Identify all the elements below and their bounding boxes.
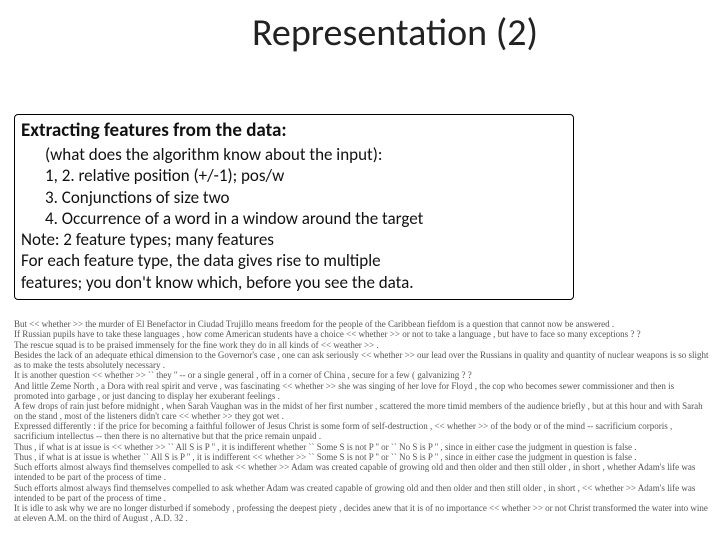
box-line-3: 4. Occurrence of a word in a window arou… xyxy=(21,208,567,229)
corpus-row: If Russian pupils have to take these lan… xyxy=(14,330,710,340)
box-note-2b: features; you don't know which, before y… xyxy=(21,272,567,293)
slide-title: Representation (2) xyxy=(180,10,610,56)
box-note-2a: For each feature type, the data gives ri… xyxy=(21,250,567,271)
corpus-row: Such efforts almost always find themselv… xyxy=(14,484,710,504)
box-heading: Extracting features from the data: xyxy=(21,119,567,142)
corpus-row: Expressed differently : if the price for… xyxy=(14,422,710,442)
box-line-0: (what does the algorithm know about the … xyxy=(21,144,567,165)
corpus-block: But << whether >> the murder of El Benef… xyxy=(14,320,710,524)
feature-box: Extracting features from the data: (what… xyxy=(14,114,574,300)
corpus-row: Such efforts almost always find themselv… xyxy=(14,463,710,483)
corpus-row: And little Zeme North , a Dora with real… xyxy=(14,382,710,402)
corpus-row: Besides the lack of an adequate ethical … xyxy=(14,351,710,371)
corpus-row: A few drops of rain just before midnight… xyxy=(14,402,710,422)
corpus-row: It is another question << whether >> `` … xyxy=(14,371,710,381)
box-line-2: 3. Conjunctions of size two xyxy=(21,187,567,208)
corpus-row: It is idle to ask why we are no longer d… xyxy=(14,504,710,524)
box-note-1: Note: 2 feature types; many features xyxy=(21,229,567,250)
box-line-1: 1, 2. relative position (+/-1); pos/w xyxy=(21,165,567,186)
